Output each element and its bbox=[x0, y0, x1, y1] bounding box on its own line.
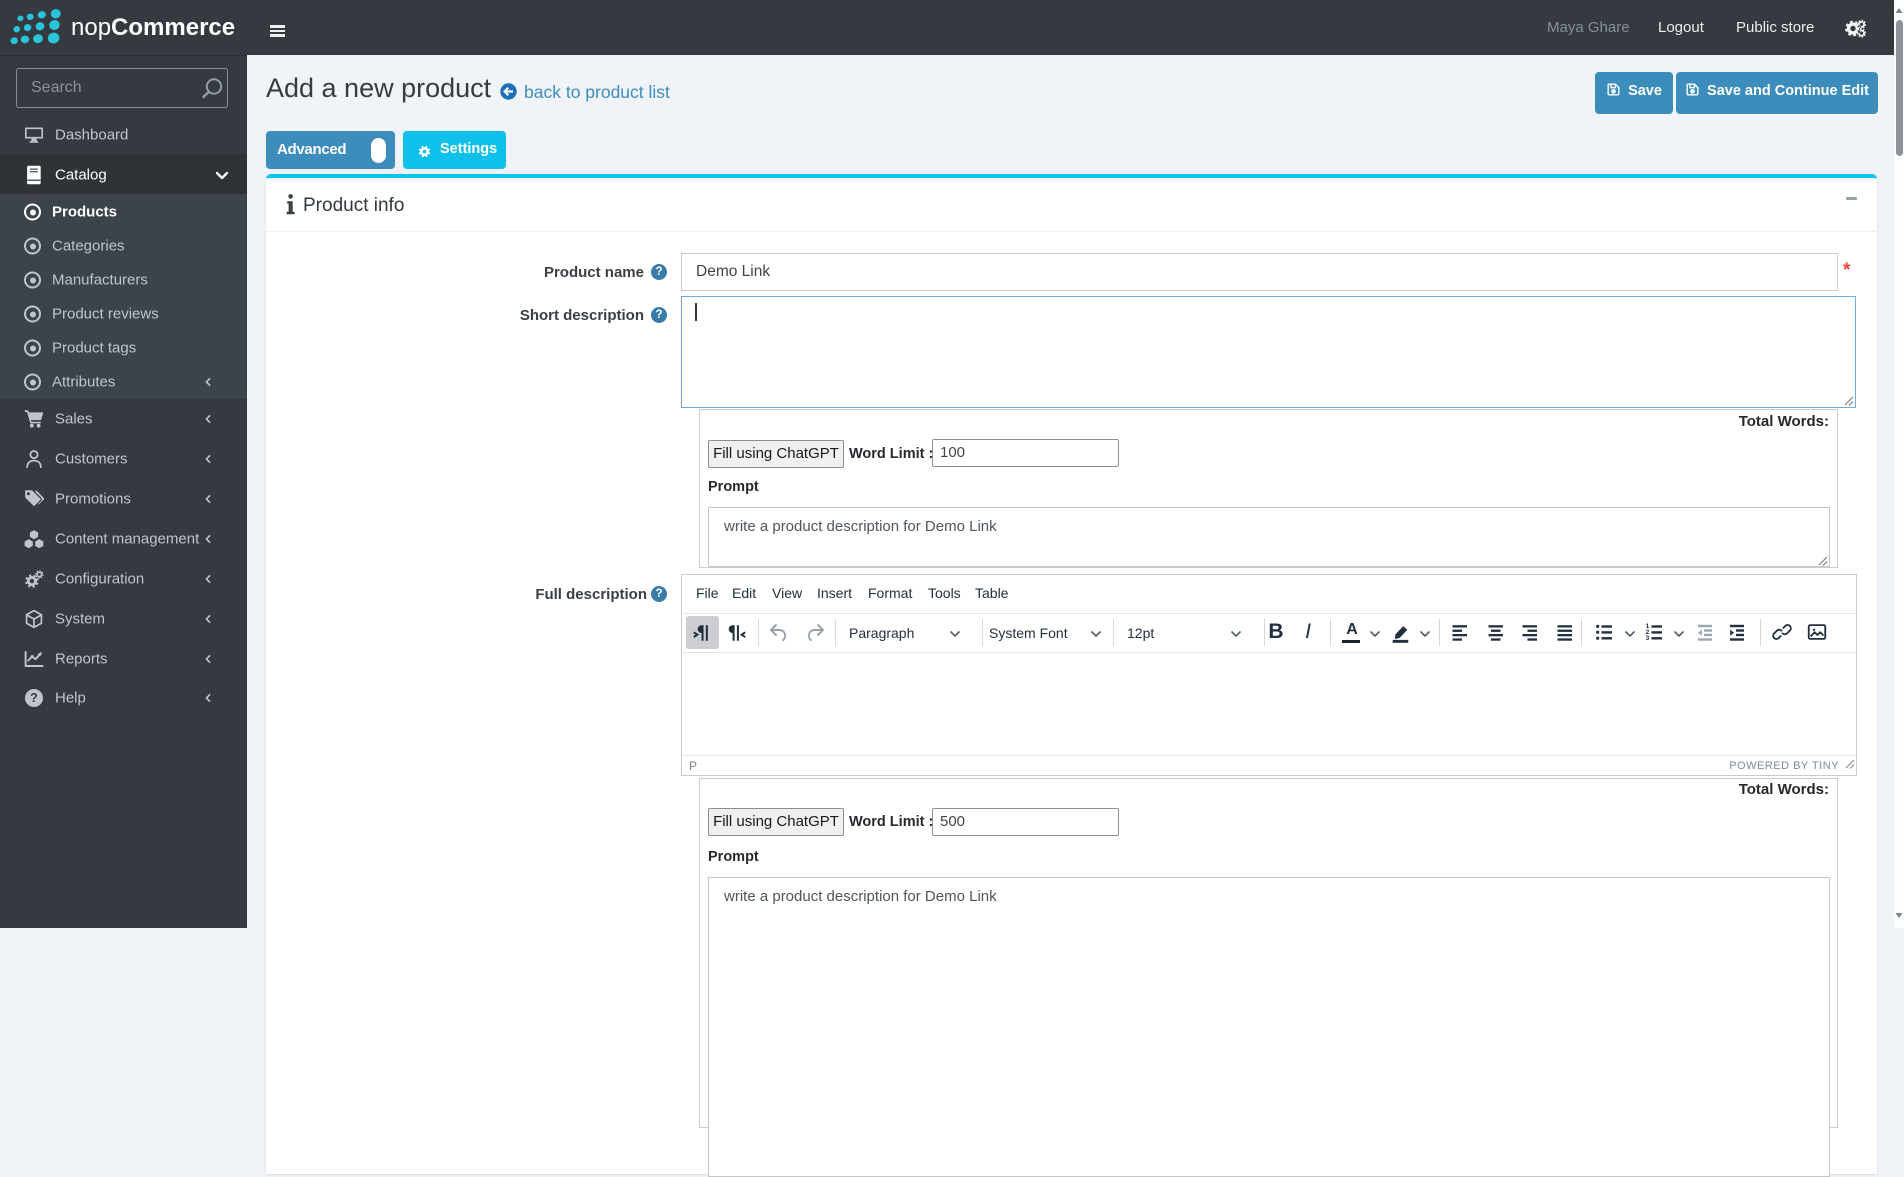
svg-text:3: 3 bbox=[1646, 635, 1650, 642]
svg-text:?: ? bbox=[30, 691, 38, 705]
